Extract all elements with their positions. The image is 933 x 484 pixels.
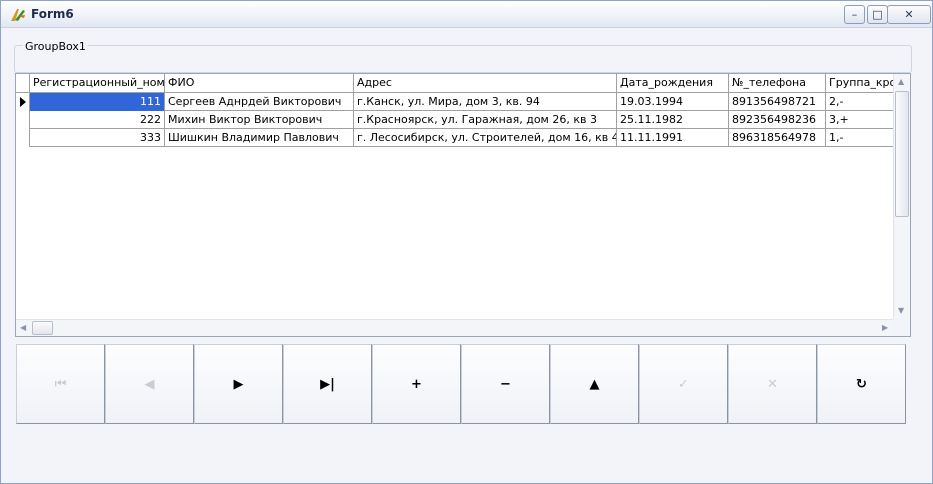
prior-record-icon: ◀ [144,376,155,392]
scroll-right-icon[interactable]: ▶ [882,323,888,332]
grid-header: Регистрационный_номер ФИО Адрес Дата_рож… [16,74,910,93]
refresh-icon: ↻ [856,376,867,392]
cell-blood-group[interactable]: 1,- [826,129,896,147]
table-row[interactable]: 333 Шишкин Владимир Павлович г. Лесосиби… [16,129,910,147]
column-header-phone[interactable]: №_телефона [729,74,826,93]
vertical-scroll-thumb[interactable] [895,91,909,217]
cell-fio[interactable]: Шишкин Владимир Павлович [165,129,354,147]
scroll-down-icon[interactable]: ▼ [898,306,904,315]
cancel-edit-icon: ✕ [767,376,778,392]
insert-record-button[interactable]: + [372,344,461,424]
cell-birth-date[interactable]: 11.11.1991 [617,129,729,147]
app-icon [11,9,25,21]
cell-fio[interactable]: Михин Виктор Викторович [165,111,354,129]
scrollbar-corner [893,319,910,336]
cell-address[interactable]: г.Красноярск, ул. Гаражная, дом 26, кв 3 [354,111,617,129]
data-grid[interactable]: Регистрационный_номер ФИО Адрес Дата_рож… [15,73,911,337]
horizontal-scrollbar[interactable]: ◀ ▶ [16,319,895,336]
db-navigator: ⏮ ◀ ▶ ▶| + − ▲ ✓ ✕ ↻ [16,344,906,424]
edit-record-icon: ▲ [589,376,600,392]
cell-fio[interactable]: Сергеев Аднрдей Викторович [165,93,354,111]
cell-phone[interactable]: 896318564978 [729,129,826,147]
cell-reg-number[interactable]: 111 [30,93,165,111]
cell-birth-date[interactable]: 19.03.1994 [617,93,729,111]
scroll-left-icon[interactable]: ◀ [20,323,26,332]
window-title: Form6 [31,7,74,21]
table-row[interactable]: 111 Сергеев Аднрдей Викторович г.Канск, … [16,93,910,111]
edit-record-button[interactable]: ▲ [550,344,639,424]
cell-blood-group[interactable]: 2,- [826,93,896,111]
scroll-up-icon[interactable]: ▲ [898,77,904,86]
cell-reg-number[interactable]: 222 [30,111,165,129]
row-indicator [16,129,30,147]
cancel-edit-button[interactable]: ✕ [728,344,817,424]
cell-address[interactable]: г.Канск, ул. Мира, дом 3, кв. 94 [354,93,617,111]
column-header-birth-date[interactable]: Дата_рождения [617,74,729,93]
first-record-icon: ⏮ [54,376,67,392]
vertical-scrollbar[interactable]: ▲ ▼ [893,74,910,319]
prior-record-button[interactable]: ◀ [105,344,194,424]
title-bar[interactable]: Form6 – □ ✕ [1,1,932,28]
table-row[interactable]: 222 Михин Виктор Викторович г.Красноярск… [16,111,910,129]
refresh-button[interactable]: ↻ [817,344,906,424]
form-window: Form6 – □ ✕ GroupBox1 Регистрационный_но… [0,0,933,484]
maximize-icon: □ [872,8,883,21]
cell-reg-number[interactable]: 333 [30,129,165,147]
header-indicator [16,74,30,93]
cell-blood-group[interactable]: 3,+ [826,111,896,129]
column-header-reg-number[interactable]: Регистрационный_номер [30,74,165,93]
last-record-icon: ▶| [320,376,335,392]
column-header-blood-group[interactable]: Группа_кров [826,74,896,93]
delete-record-button[interactable]: − [461,344,550,424]
last-record-button[interactable]: ▶| [283,344,372,424]
close-icon: ✕ [904,8,914,21]
next-record-button[interactable]: ▶ [194,344,283,424]
column-header-fio[interactable]: ФИО [165,74,354,93]
horizontal-scroll-thumb[interactable] [32,321,53,335]
row-indicator [16,93,30,111]
groupbox-label: GroupBox1 [23,40,88,53]
post-record-icon: ✓ [678,376,689,392]
row-indicator [16,111,30,129]
minimize-icon: – [851,8,858,21]
column-header-address[interactable]: Адрес [354,74,617,93]
groupbox [14,45,912,73]
cell-phone[interactable]: 891356498721 [729,93,826,111]
cell-birth-date[interactable]: 25.11.1982 [617,111,729,129]
close-button[interactable]: ✕ [887,5,931,24]
maximize-button[interactable]: □ [867,5,888,24]
next-record-icon: ▶ [233,376,244,392]
insert-record-icon: + [411,376,422,392]
first-record-button[interactable]: ⏮ [16,344,105,424]
minimize-button[interactable]: – [844,5,865,24]
delete-record-icon: − [500,376,511,392]
cell-phone[interactable]: 892356498236 [729,111,826,129]
post-record-button[interactable]: ✓ [639,344,728,424]
current-row-arrow-icon [20,97,26,107]
cell-address[interactable]: г. Лесосибирск, ул. Строителей, дом 16, … [354,129,617,147]
